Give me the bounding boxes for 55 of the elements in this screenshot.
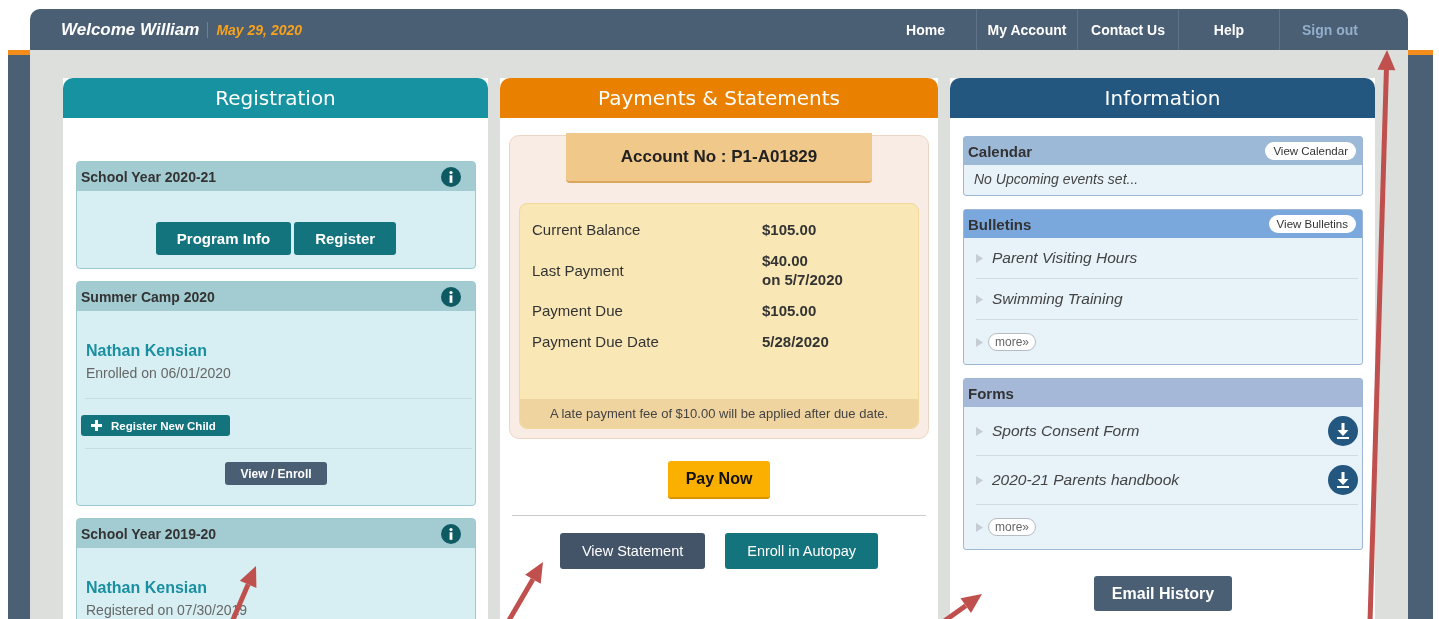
- info-icon: [441, 523, 461, 544]
- bullet-icon: [976, 337, 983, 347]
- list-link[interactable]: Parent Visiting Hours: [992, 249, 1358, 267]
- late-fee-note: A late payment fee of $10.00 will be applied after due date.: [520, 399, 918, 428]
- annotation-arrow: [941, 594, 982, 619]
- register-child-button[interactable]: Register New Child: [81, 415, 230, 436]
- download-icon[interactable]: [1328, 416, 1358, 446]
- card-title: Calendar: [968, 142, 1033, 160]
- account-number: Account No : P1-A01829: [566, 133, 872, 183]
- view-button[interactable]: View Bulletins: [1268, 215, 1356, 233]
- card-title: Forms: [968, 384, 1014, 402]
- empty-message: No Upcoming events set...: [973, 170, 1140, 189]
- balance-label: Payment Due Date: [532, 333, 660, 350]
- card-title: Bulletins: [968, 215, 1032, 233]
- download-icon[interactable]: [1328, 465, 1358, 495]
- view-enroll-button[interactable]: View / Enroll: [225, 462, 327, 485]
- balance-label: Current Balance: [532, 221, 642, 238]
- info-icon: [441, 286, 461, 307]
- enrollment-status: Enrolled on 06/01/2020: [86, 365, 232, 381]
- info-icon: [441, 166, 461, 187]
- bullet-icon: [976, 253, 983, 263]
- balance-value: $40.00: [762, 251, 809, 270]
- action-button[interactable]: Register: [294, 222, 397, 255]
- bullet-icon: [976, 522, 983, 532]
- more-button[interactable]: more»: [988, 333, 1036, 351]
- statement-button[interactable]: View Statement: [559, 533, 706, 569]
- email-history-button[interactable]: Email History: [1093, 576, 1233, 611]
- panel-header: Information: [950, 78, 1375, 118]
- balance-value: $105.00: [762, 301, 818, 320]
- panel-header: Payments & Statements: [500, 78, 938, 118]
- panel-header: Registration: [63, 78, 488, 118]
- bullet-icon: [976, 426, 983, 436]
- welcome-text: Welcome William: [61, 19, 200, 40]
- action-button[interactable]: Program Info: [155, 222, 292, 255]
- view-button[interactable]: View Calendar: [1265, 142, 1356, 160]
- bullet-icon: [976, 294, 983, 304]
- statement-button[interactable]: Enroll in Autopay: [725, 533, 879, 569]
- balance-label: Last Payment: [532, 261, 625, 279]
- plus-icon: [91, 420, 102, 431]
- date-text: May 29, 2020: [216, 21, 303, 38]
- balance-value: $105.00: [762, 220, 818, 239]
- annotation-arrow: [505, 562, 543, 619]
- nav-link[interactable]: Home: [875, 9, 976, 50]
- more-button[interactable]: more»: [988, 518, 1036, 536]
- card-title: School Year 2019-20: [81, 525, 217, 542]
- card-title: School Year 2020-21: [81, 168, 217, 185]
- pay-now-button[interactable]: Pay Now: [667, 461, 771, 499]
- card-title: Summer Camp 2020: [81, 288, 215, 305]
- payment-date: on 5/7/2020: [762, 270, 844, 289]
- list-link[interactable]: 2020-21 Parents handbook: [992, 471, 1319, 489]
- list-link[interactable]: Sports Consent Form: [992, 422, 1319, 440]
- list-link[interactable]: Swimming Training: [992, 290, 1358, 308]
- balance-value: 5/28/2020: [762, 332, 830, 351]
- bullet-icon: [976, 475, 983, 485]
- balance-label: Payment Due: [532, 302, 624, 319]
